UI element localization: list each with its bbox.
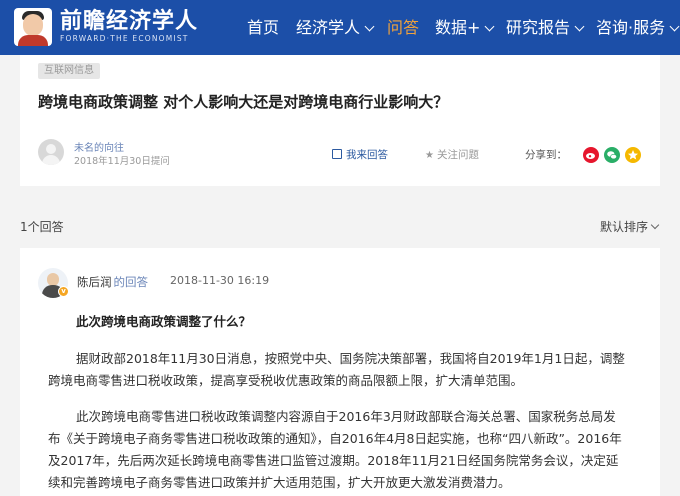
- site-logo[interactable]: 前瞻经济学人 FORWARD·THE ECONOMIST: [14, 8, 198, 46]
- answer-card: v 陈后润 的回答 2018-11-30 16:19 此次跨境电商政策调整了什么？…: [20, 248, 660, 496]
- qzone-icon[interactable]: [625, 147, 641, 163]
- nav-reports[interactable]: 研究报告: [506, 17, 585, 39]
- answer-paragraph-line: 续和完善跨境电子商务零售进口政策并扩大适用范围，扩大开放更大激发消费潜力。: [48, 475, 511, 490]
- weibo-icon[interactable]: [583, 147, 599, 163]
- nav-home[interactable]: 首页: [247, 17, 279, 39]
- category-tag[interactable]: 互联网信息: [38, 63, 100, 79]
- chevron-down-icon: [364, 21, 375, 32]
- chevron-down-icon: [669, 21, 680, 32]
- answer-time: 2018-11-30 16:19: [170, 274, 270, 287]
- nav-qa[interactable]: 问答: [387, 17, 419, 39]
- answer-heading: 此次跨境电商政策调整了什么？: [76, 314, 252, 329]
- top-nav-bar: 前瞻经济学人 FORWARD·THE ECONOMIST 首页 经济学人 问答 …: [0, 0, 680, 55]
- answer-paragraph-line: 跨境电商零售进口税收政策，提高享受税收优惠政策的商品限额上限，扩大清单范围。: [48, 373, 524, 388]
- chevron-down-icon: [574, 21, 585, 32]
- asker-name-link[interactable]: 未名的向往: [74, 139, 124, 154]
- share-label: 分享到：: [525, 149, 567, 161]
- answer-paragraph-line: 此次跨境电商零售进口税收政策调整内容源自于2016年3月财政部联合海关总署、国家…: [76, 409, 616, 424]
- answer-paragraph-line: 及2017年，先后两次延长跨境电商零售进口监管过渡期。2018年11月21日经国…: [48, 453, 619, 468]
- chevron-down-icon: [650, 220, 660, 230]
- logo-title: 前瞻经济学人: [60, 9, 199, 34]
- question-card: 互联网信息 跨境电商政策调整 对个人影响大还是对跨境电商行业影响大？ 未名的向往…: [20, 55, 660, 186]
- asker-avatar[interactable]: [38, 139, 64, 165]
- wechat-icon[interactable]: [604, 147, 620, 163]
- logo-subtitle: FORWARD·THE ECONOMIST: [60, 34, 189, 43]
- answer-paragraph-line: 据财政部2018年11月30日消息，按照党中央、国务院决策部署，我国将自2019…: [76, 351, 625, 366]
- answer-count: 1个回答: [20, 220, 64, 234]
- nav-economist[interactable]: 经济学人: [296, 17, 375, 39]
- question-title: 跨境电商政策调整 对个人影响大还是对跨境电商行业影响大？: [38, 93, 449, 111]
- chevron-down-icon: [484, 21, 495, 32]
- star-icon: ★: [425, 150, 434, 161]
- nav-data[interactable]: 数据+: [435, 17, 495, 39]
- follow-question-button[interactable]: ★ 关注问题: [425, 147, 479, 162]
- answer-button[interactable]: 我来回答: [332, 147, 388, 162]
- logo-avatar-icon: [14, 8, 52, 46]
- asked-time: 2018年11月30日提问: [74, 156, 170, 167]
- answer-paragraph-line: 布《关于跨境电子商务零售进口税收政策的通知》，自2016年4月8日起实施，也称“…: [48, 431, 622, 446]
- nav-consulting[interactable]: 咨询·服务: [596, 17, 680, 39]
- answerer-name[interactable]: 陈后润 的回答: [77, 274, 148, 290]
- sort-dropdown[interactable]: 默认排序: [600, 218, 660, 235]
- edit-icon: [332, 149, 342, 159]
- verified-badge-icon: v: [58, 286, 69, 297]
